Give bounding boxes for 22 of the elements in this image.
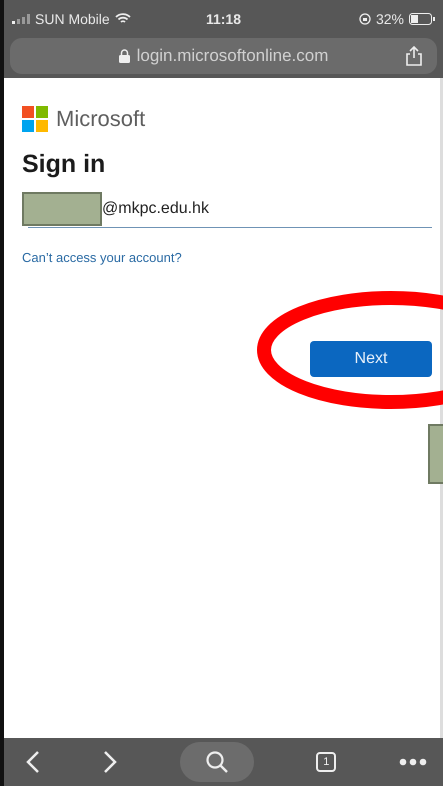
search-button[interactable] <box>180 742 254 782</box>
back-icon[interactable] <box>26 750 40 774</box>
lock-icon <box>118 49 130 63</box>
battery-percent: 32% <box>376 11 404 27</box>
share-icon[interactable] <box>405 46 423 66</box>
wifi-icon <box>114 13 131 25</box>
forward-icon[interactable] <box>102 750 117 774</box>
rotation-lock-icon <box>358 13 371 25</box>
next-button[interactable]: Next <box>310 341 432 377</box>
signal-icon <box>12 14 30 24</box>
search-icon <box>204 750 228 774</box>
account-help-link[interactable]: Can’t access your account? <box>22 250 182 265</box>
logo-icon <box>22 106 48 132</box>
status-time: 11:18 <box>206 11 242 27</box>
more-icon[interactable] <box>399 758 427 766</box>
email-field[interactable]: @mkpc.edu.hk <box>28 191 432 228</box>
battery-icon <box>408 13 435 25</box>
brand-name: Microsoft <box>56 106 146 132</box>
address-bar[interactable]: login.microsoftonline.com <box>10 38 437 74</box>
carrier-name: SUN Mobile <box>35 11 110 27</box>
page-title: Sign in <box>22 150 106 179</box>
tabs-button[interactable]: 1 <box>316 752 336 772</box>
